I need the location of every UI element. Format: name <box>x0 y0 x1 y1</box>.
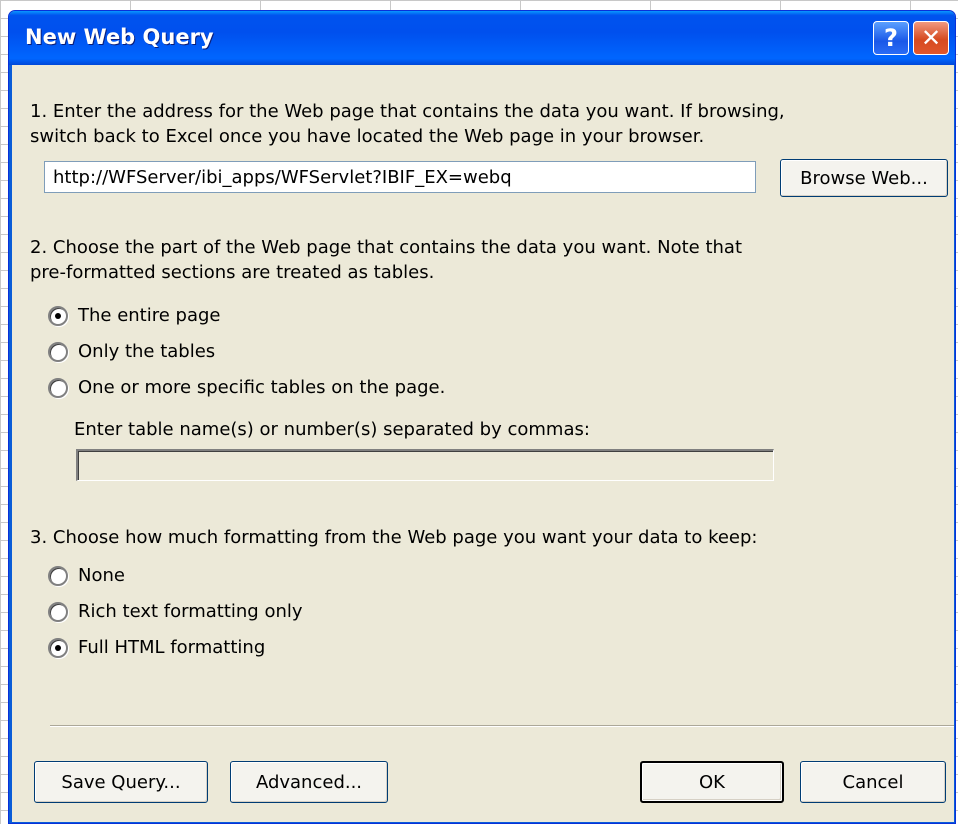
save-query-label: Save Query... <box>61 771 181 793</box>
radio-format-full-html[interactable]: Full HTML formatting <box>48 635 265 660</box>
new-web-query-dialog: New Web Query ? ✕ 1. Enter the address f… <box>8 10 956 824</box>
tables-input[interactable] <box>76 449 774 481</box>
title-bar[interactable]: New Web Query ? ✕ <box>9 11 955 65</box>
ok-label: OK <box>699 771 725 793</box>
radio-only-tables[interactable]: Only the tables <box>48 339 215 364</box>
cancel-label: Cancel <box>842 771 904 793</box>
radio-button[interactable] <box>48 341 68 362</box>
radio-specific-tables[interactable]: One or more specific tables on the page. <box>48 375 445 400</box>
close-icon: ✕ <box>920 24 942 52</box>
radio-label: Full HTML formatting <box>78 637 266 658</box>
radio-entire-page[interactable]: The entire page <box>48 303 221 328</box>
cancel-button[interactable]: Cancel <box>800 761 946 803</box>
step2-instruction-line2: pre-formatted sections are treated as ta… <box>30 262 435 283</box>
separator-line <box>50 725 954 727</box>
radio-label: Only the tables <box>78 341 216 362</box>
dialog-body: 1. Enter the address for the Web page th… <box>12 65 954 822</box>
radio-label: Rich text formatting only <box>78 601 303 622</box>
radio-label: The entire page <box>78 305 221 326</box>
address-input[interactable] <box>44 161 756 193</box>
help-icon: ? <box>884 24 898 52</box>
advanced-label: Advanced... <box>255 771 363 793</box>
advanced-button[interactable]: Advanced... <box>230 761 388 803</box>
radio-button[interactable] <box>48 377 68 398</box>
radio-format-rich-text[interactable]: Rich text formatting only <box>48 599 303 624</box>
radio-label: One or more specific tables on the page. <box>78 377 446 398</box>
step1-instruction-line1: 1. Enter the address for the Web page th… <box>30 101 785 122</box>
tables-field-label: Enter table name(s) or number(s) separat… <box>74 419 590 440</box>
step2-instruction-line1: 2. Choose the part of the Web page that … <box>30 237 743 258</box>
radio-button[interactable] <box>48 305 68 326</box>
dialog-title: New Web Query <box>25 25 214 49</box>
radio-button[interactable] <box>48 601 68 622</box>
step1-instruction-line2: switch back to Excel once you have locat… <box>30 126 705 147</box>
browse-web-button[interactable]: Browse Web... <box>780 159 948 197</box>
save-query-button[interactable]: Save Query... <box>34 761 208 803</box>
radio-button[interactable] <box>48 565 68 586</box>
ok-button[interactable]: OK <box>640 761 784 803</box>
browse-web-label: Browse Web... <box>800 167 928 189</box>
close-button[interactable]: ✕ <box>913 21 949 55</box>
radio-label: None <box>78 565 125 586</box>
radio-button[interactable] <box>48 637 68 658</box>
radio-format-none[interactable]: None <box>48 563 125 588</box>
help-button[interactable]: ? <box>873 21 909 55</box>
step3-instruction: 3. Choose how much formatting from the W… <box>30 527 758 548</box>
